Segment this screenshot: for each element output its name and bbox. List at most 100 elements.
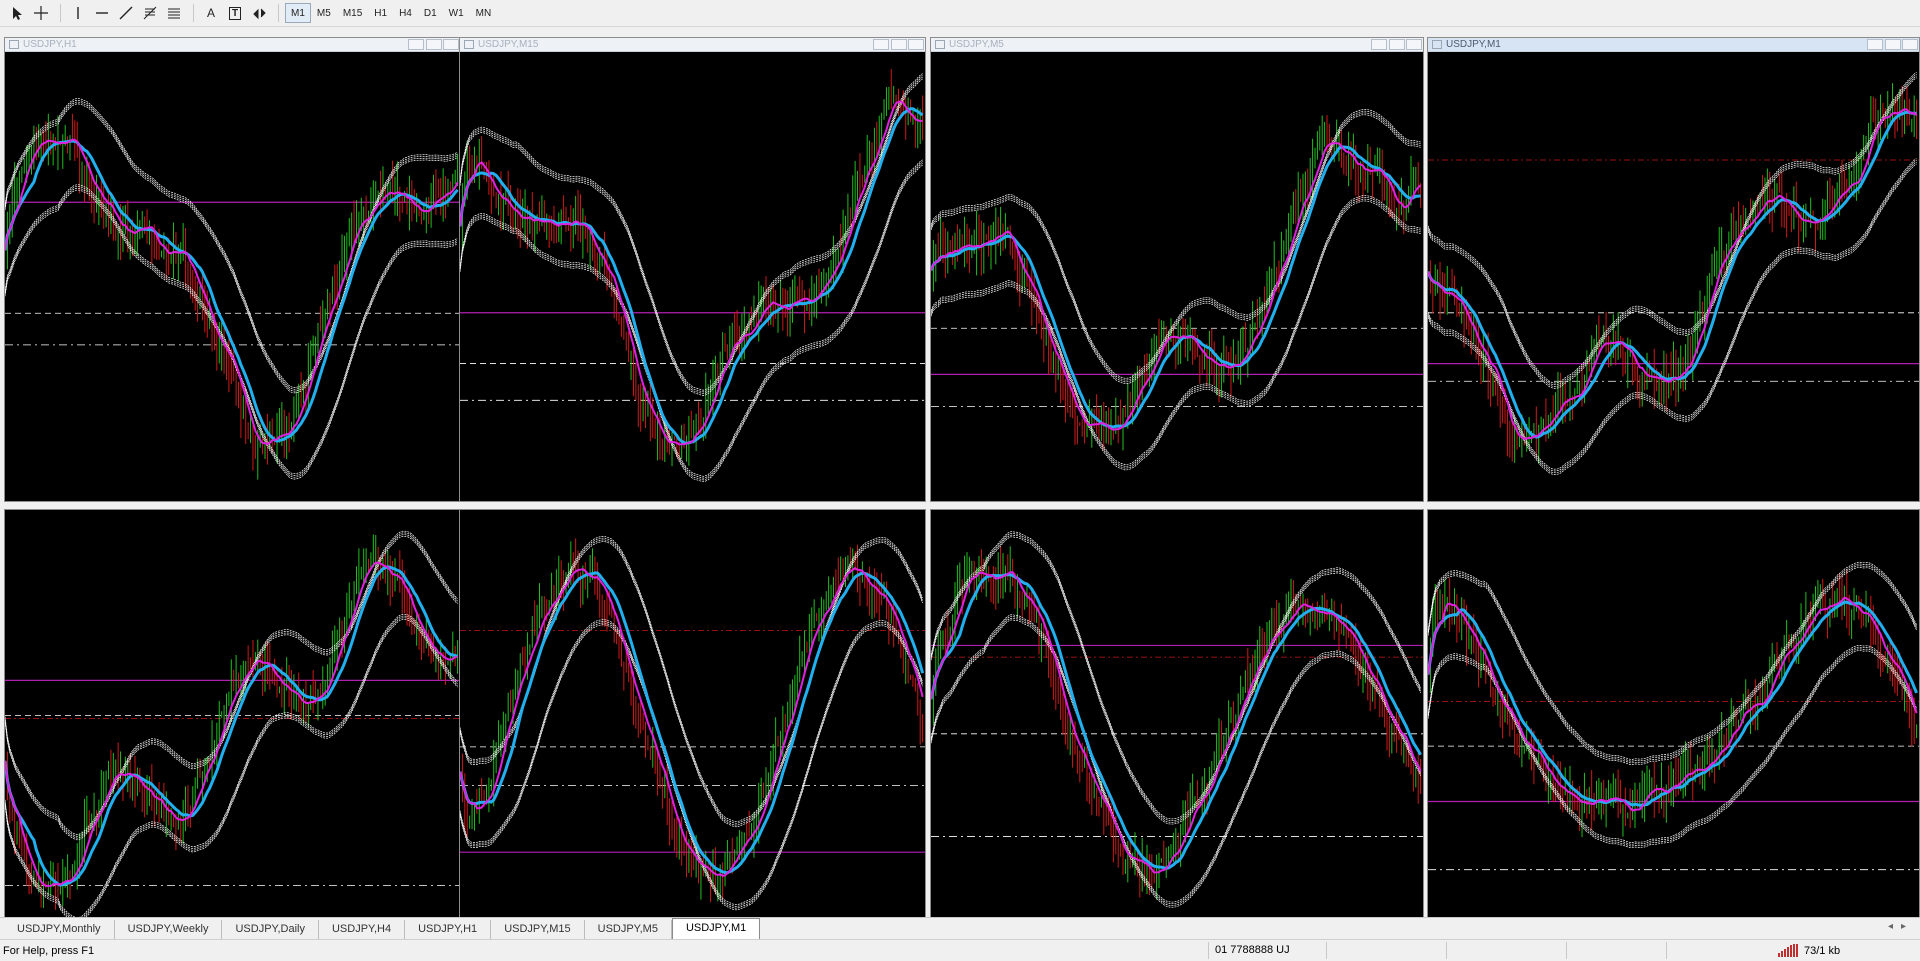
close-window-button[interactable] [908,39,924,50]
chart-title: USDJPY,M5 [949,39,1004,50]
candlestick-plot [460,535,925,911]
chart-tab[interactable]: USDJPY,M5 [585,920,672,939]
traffic-bar [1778,953,1780,957]
timeframe-button-m15[interactable]: M15 [337,3,368,23]
candlestick-plot [931,531,1423,908]
chart-window-5[interactable] [4,509,461,944]
arrows-button[interactable] [248,2,270,24]
chart-window-1[interactable]: USDJPY,H1 [4,37,461,502]
close-window-button[interactable] [1902,39,1918,50]
candlestick-plot [5,530,460,924]
chart-title: USDJPY,M1 [1446,39,1501,50]
traffic-bar [1796,944,1798,957]
vertical-line-button[interactable] [67,2,89,24]
toolbar-separator [60,4,61,22]
chart-titlebar[interactable]: USDJPY,H1 [5,38,460,52]
timeframe-button-mn[interactable]: MN [470,3,498,23]
timeframe-button-h4[interactable]: H4 [393,3,418,23]
channel-icon [168,8,180,19]
chart-window-8[interactable] [1427,509,1920,944]
maximize-window-button[interactable] [891,39,907,50]
chart-tab[interactable]: USDJPY,Monthly [4,920,115,939]
tab-scroll-right-icon[interactable]: ▸ [1901,921,1914,932]
trendline-button[interactable] [115,2,137,24]
chart-titlebar[interactable]: USDJPY,M15 [460,38,925,52]
chart-window-6[interactable] [459,509,926,944]
traffic-bar [1790,945,1792,957]
fibonacci-button[interactable] [139,2,161,24]
text-label-icon: T [228,6,242,20]
price-chart[interactable] [460,52,925,501]
chart-window-2[interactable]: USDJPY,M15 [459,37,926,502]
trendline-icon [119,6,133,20]
chart-tab[interactable]: USDJPY,H4 [319,920,406,939]
maximize-window-button[interactable] [1885,39,1901,50]
status-profile: 01 7788888 UJ [1208,942,1326,959]
traffic-bar [1793,944,1795,957]
chart-window-icon [1432,40,1442,49]
minimize-window-button[interactable] [1371,39,1387,50]
price-chart[interactable] [1428,510,1919,943]
timeframe-button-w1[interactable]: W1 [443,3,470,23]
minimize-window-button[interactable] [1867,39,1883,50]
price-chart[interactable] [1428,52,1919,501]
status-cell-empty-2 [1446,942,1566,959]
vertical-line-icon [77,7,79,19]
traffic-bar [1784,949,1786,957]
cursor-button[interactable] [6,2,28,24]
text-tool-icon: A [206,6,215,20]
tab-scroll-arrows[interactable]: ◂▸ [1888,921,1914,932]
minimize-window-button[interactable] [408,39,424,50]
status-cell-empty-3 [1566,942,1666,959]
timeframe-button-h1[interactable]: H1 [368,3,393,23]
maximize-window-button[interactable] [426,39,442,50]
toolbar-separator [193,4,194,22]
close-window-button[interactable] [443,39,459,50]
price-chart[interactable] [5,510,460,943]
crosshair-button[interactable] [30,2,52,24]
minimize-window-button[interactable] [873,39,889,50]
price-chart[interactable] [460,510,925,943]
candlestick-plot [1428,561,1919,871]
fibonacci-icon [143,6,157,20]
candlestick-plot [1428,72,1919,475]
chart-window-3[interactable]: USDJPY,M5 [930,37,1424,502]
timeframe-button-m5[interactable]: M5 [311,3,337,23]
status-help-text: For Help, press F1 [3,945,95,957]
candlestick-plot [460,68,925,483]
chart-tab[interactable]: USDJPY,M1 [671,918,761,939]
chart-tab[interactable]: USDJPY,M15 [491,920,585,939]
chart-window-icon [464,40,474,49]
text-label-button[interactable]: T [224,2,246,24]
chart-window-icon [935,40,945,49]
arrows-icon [253,8,266,20]
channel-button[interactable] [163,2,185,24]
chart-tab[interactable]: USDJPY,Daily [222,920,319,939]
price-chart[interactable] [931,510,1423,943]
chart-tab[interactable]: USDJPY,H1 [405,920,492,939]
candlestick-plot [931,108,1423,471]
chart-area: USDJPY,H1 USDJPY,M15 USDJPY,M5 USDJPY,M1 [0,27,1920,944]
chart-title: USDJPY,H1 [23,39,77,50]
timeframe-button-m1[interactable]: M1 [285,3,311,23]
chart-titlebar[interactable]: USDJPY,M5 [931,38,1423,52]
horizontal-line-button[interactable] [91,2,113,24]
chart-tab[interactable]: USDJPY,Weekly [115,920,223,939]
chart-window-7[interactable] [930,509,1424,944]
crosshair-icon [34,6,48,20]
price-chart[interactable] [5,52,460,501]
timeframe-button-d1[interactable]: D1 [418,3,443,23]
tab-scroll-left-icon[interactable]: ◂ [1888,921,1901,932]
horizontal-line-icon [96,12,108,14]
close-window-button[interactable] [1406,39,1422,50]
status-traffic: 73/1 kb [1778,944,1840,957]
traffic-bar [1781,951,1783,957]
chart-titlebar[interactable]: USDJPY,M1 [1428,38,1919,52]
text-tool-button[interactable]: A [200,2,222,24]
maximize-window-button[interactable] [1389,39,1405,50]
chart-tabs: USDJPY,Monthly USDJPY,Weekly USDJPY,Daily U… [0,917,1920,939]
candlestick-plot [5,98,460,480]
cursor-icon [13,7,22,20]
price-chart[interactable] [931,52,1423,501]
chart-window-4[interactable]: USDJPY,M1 [1427,37,1920,502]
